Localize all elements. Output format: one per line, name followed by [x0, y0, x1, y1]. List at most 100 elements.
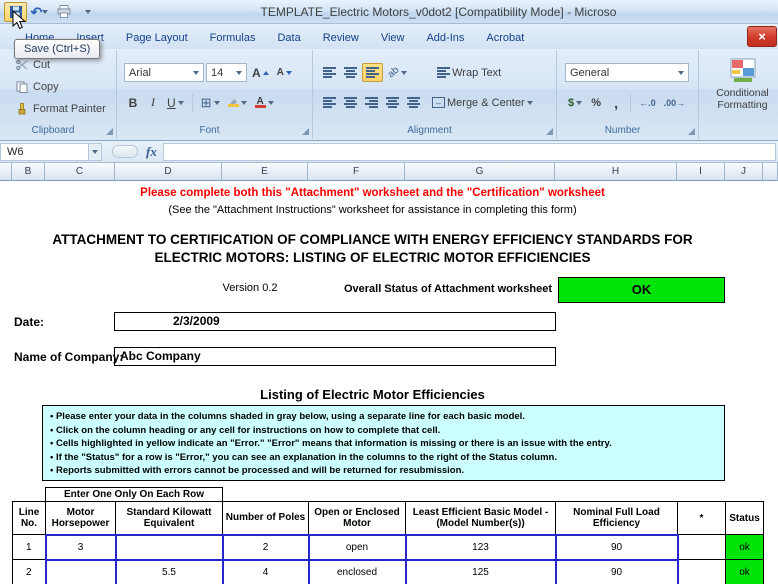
- name-box-dropdown[interactable]: [88, 143, 102, 161]
- tab-review[interactable]: Review: [312, 27, 370, 49]
- tab-page-layout[interactable]: Page Layout: [115, 27, 199, 49]
- column-header-j[interactable]: J: [725, 163, 763, 181]
- cell-horsepower[interactable]: [46, 560, 116, 584]
- increase-indent-button[interactable]: [404, 93, 423, 112]
- alignment-dialog-launcher-icon[interactable]: [546, 128, 553, 135]
- cell-open-enclosed[interactable]: open: [309, 535, 406, 560]
- font-name-select[interactable]: Arial: [124, 63, 204, 82]
- merge-center-button[interactable]: ↔ Merge & Center: [429, 93, 536, 112]
- align-bottom-button[interactable]: [362, 63, 383, 82]
- number-dialog-launcher-icon[interactable]: [688, 128, 695, 135]
- bold-button[interactable]: B: [124, 93, 142, 112]
- column-header-g[interactable]: G: [405, 163, 555, 181]
- shrink-font-button[interactable]: A: [274, 63, 295, 82]
- cell-status[interactable]: ok: [726, 560, 764, 584]
- cell-asterisk[interactable]: [678, 560, 726, 584]
- cell-asterisk[interactable]: [678, 535, 726, 560]
- cell-poles[interactable]: 2: [223, 535, 309, 560]
- currency-icon: $: [568, 97, 574, 109]
- align-right-button[interactable]: [362, 93, 381, 112]
- copy-button[interactable]: Copy: [16, 81, 59, 93]
- orientation-button[interactable]: ab: [385, 63, 410, 82]
- borders-button[interactable]: ⊞: [198, 93, 223, 112]
- header-standard-kw[interactable]: Standard Kilowatt Equivalent: [116, 502, 223, 535]
- align-middle-button[interactable]: [341, 63, 360, 82]
- cell-poles[interactable]: 4: [223, 560, 309, 584]
- clipboard-group-label: Clipboard: [0, 125, 106, 136]
- enter-one-only-header[interactable]: Enter One Only On Each Row: [46, 488, 223, 502]
- column-header-b[interactable]: B: [12, 163, 45, 181]
- wrap-text-icon: [437, 67, 450, 78]
- column-header-h[interactable]: H: [555, 163, 677, 181]
- cell-line-no[interactable]: 1: [13, 535, 46, 560]
- company-input-cell[interactable]: Abc Company: [114, 347, 556, 366]
- fill-color-button[interactable]: [225, 93, 250, 112]
- currency-button[interactable]: $: [565, 93, 585, 112]
- conditional-formatting-button[interactable]: Conditional Formatting: [707, 58, 778, 111]
- number-format-select[interactable]: General: [565, 63, 689, 82]
- column-header-c[interactable]: C: [45, 163, 115, 181]
- span-header-row: Enter One Only On Each Row: [13, 488, 764, 502]
- cell-model[interactable]: 123: [406, 535, 556, 560]
- warning-line-2: (See the "Attachment Instructions" works…: [0, 204, 745, 216]
- header-basic-model[interactable]: Least Efficient Basic Model - (Model Num…: [406, 502, 556, 535]
- underline-button[interactable]: U: [164, 93, 187, 112]
- column-header-filler: [763, 163, 778, 181]
- cell-efficiency[interactable]: 90: [556, 535, 678, 560]
- percent-button[interactable]: %: [587, 93, 605, 112]
- customize-qat-button[interactable]: [76, 2, 99, 22]
- tab-add-ins[interactable]: Add-Ins: [415, 27, 475, 49]
- tab-view[interactable]: View: [370, 27, 416, 49]
- format-painter-button[interactable]: Format Painter: [16, 103, 106, 115]
- clipboard-dialog-launcher-icon[interactable]: [106, 128, 113, 135]
- header-nominal-efficiency[interactable]: Nominal Full Load Efficiency: [556, 502, 678, 535]
- header-number-of-poles[interactable]: Number of Poles: [223, 502, 309, 535]
- column-header-d[interactable]: D: [115, 163, 222, 181]
- column-header-f[interactable]: F: [308, 163, 405, 181]
- font-dialog-launcher-icon[interactable]: [302, 128, 309, 135]
- header-status[interactable]: Status: [726, 502, 764, 535]
- header-line-no[interactable]: Line No.: [13, 502, 46, 535]
- formula-input[interactable]: [163, 143, 776, 161]
- comma-button[interactable]: ,: [607, 93, 625, 112]
- print-button[interactable]: [52, 2, 75, 22]
- header-asterisk[interactable]: *: [678, 502, 726, 535]
- formula-bar-gripper[interactable]: [112, 145, 138, 158]
- header-open-enclosed[interactable]: Open or Enclosed Motor: [309, 502, 406, 535]
- wrap-text-button[interactable]: Wrap Text: [434, 63, 504, 82]
- column-header-a[interactable]: [0, 163, 12, 181]
- tab-acrobat[interactable]: Acrobat: [475, 27, 535, 49]
- column-header-i[interactable]: I: [677, 163, 725, 181]
- decrease-decimal-button[interactable]: .00→: [661, 93, 689, 112]
- tab-data[interactable]: Data: [266, 27, 311, 49]
- instruction-line: • Cells highlighted in yellow indicate a…: [50, 437, 717, 451]
- cell-kilowatt[interactable]: [116, 535, 223, 560]
- decrease-indent-button[interactable]: [383, 93, 402, 112]
- close-button[interactable]: ×: [747, 26, 777, 47]
- font-color-button[interactable]: A: [252, 93, 277, 112]
- cell-status[interactable]: ok: [726, 535, 764, 560]
- column-header-e[interactable]: E: [222, 163, 308, 181]
- cell-horsepower[interactable]: 3: [46, 535, 116, 560]
- increase-decimal-button[interactable]: ←.0: [636, 93, 659, 112]
- insert-function-button[interactable]: fx: [146, 144, 157, 160]
- font-size-select[interactable]: 14: [206, 63, 247, 82]
- italic-button[interactable]: I: [144, 93, 162, 112]
- cell-model[interactable]: 125: [406, 560, 556, 584]
- date-input-cell[interactable]: 2/3/2009: [114, 312, 556, 331]
- undo-button[interactable]: ↶: [28, 2, 51, 22]
- tab-formulas[interactable]: Formulas: [199, 27, 267, 49]
- cell-kilowatt[interactable]: 5.5: [116, 560, 223, 584]
- align-center-button[interactable]: [341, 93, 360, 112]
- align-left-button[interactable]: [320, 93, 339, 112]
- header-motor-horsepower[interactable]: Motor Horsepower: [46, 502, 116, 535]
- cut-button[interactable]: Cut: [16, 59, 50, 71]
- grow-font-button[interactable]: A: [249, 63, 272, 82]
- cell-efficiency[interactable]: 90: [556, 560, 678, 584]
- name-box[interactable]: W6: [0, 143, 88, 161]
- cell-open-enclosed[interactable]: enclosed: [309, 560, 406, 584]
- align-top-button[interactable]: [320, 63, 339, 82]
- cell-line-no[interactable]: 2: [13, 560, 46, 584]
- shrink-arrow-icon: [286, 71, 292, 75]
- save-tooltip: Save (Ctrl+S): [14, 39, 100, 59]
